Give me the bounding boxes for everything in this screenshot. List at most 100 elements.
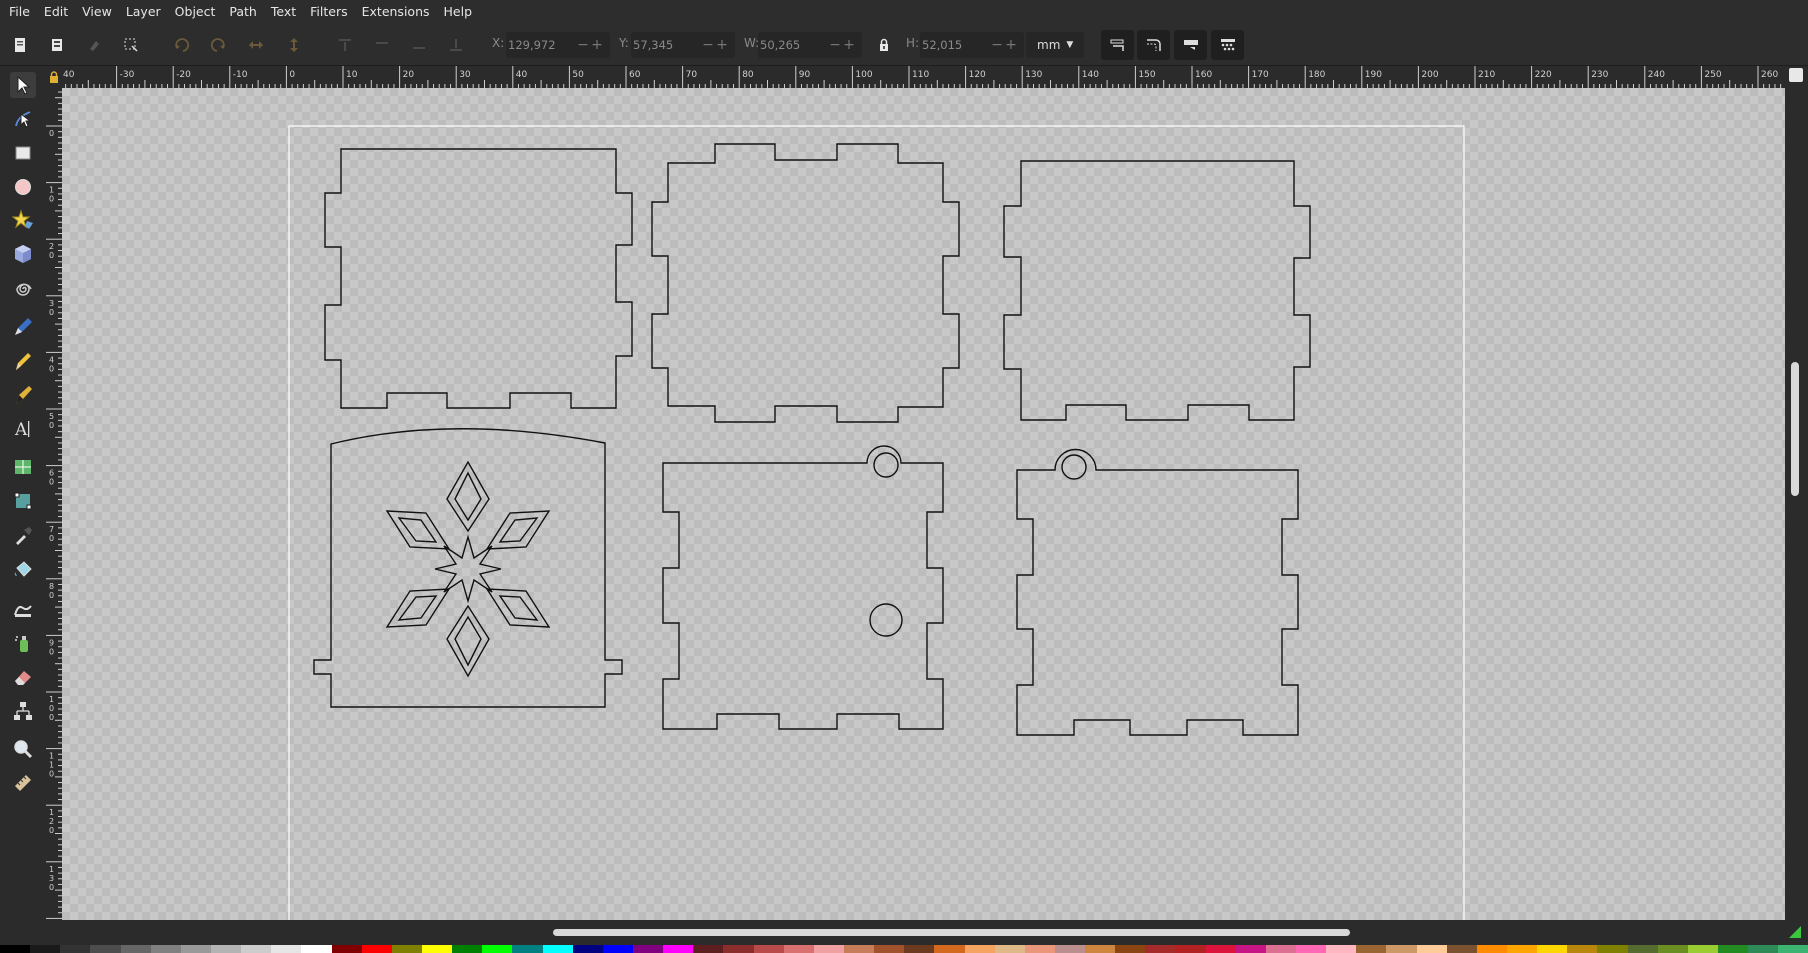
select-all-layers-button[interactable] — [45, 33, 69, 57]
move-gradients-button[interactable] — [1174, 30, 1207, 60]
raise-button[interactable] — [370, 33, 394, 57]
star-tool[interactable] — [10, 207, 36, 233]
color-swatch[interactable] — [1265, 945, 1297, 953]
color-swatch[interactable] — [1115, 945, 1146, 953]
color-swatch[interactable] — [1235, 945, 1266, 953]
w-input[interactable] — [758, 32, 828, 58]
menu-layer[interactable]: Layer — [119, 0, 168, 24]
color-swatch[interactable] — [1507, 945, 1538, 953]
3d-box-tool[interactable] — [10, 241, 36, 267]
w-increment[interactable]: + — [842, 32, 856, 58]
color-swatch[interactable] — [301, 945, 332, 953]
drawing-canvas[interactable] — [62, 88, 1785, 920]
y-increment[interactable]: + — [715, 32, 729, 58]
color-swatch[interactable] — [874, 945, 905, 953]
box-panel-side-b[interactable] — [662, 445, 944, 730]
tweak-tool[interactable] — [10, 596, 36, 622]
zoom-corner-button[interactable] — [1789, 68, 1803, 82]
color-swatch[interactable] — [1296, 945, 1327, 953]
rectangle-tool[interactable] — [10, 140, 36, 166]
eraser-tool[interactable] — [10, 664, 36, 690]
color-swatch[interactable] — [361, 945, 392, 953]
connector-tool[interactable] — [10, 698, 36, 724]
color-swatch[interactable] — [1718, 945, 1749, 953]
box-panel-side-c[interactable] — [1016, 448, 1299, 736]
color-swatch[interactable] — [1537, 945, 1568, 953]
menu-filters[interactable]: Filters — [303, 0, 354, 24]
color-swatch[interactable] — [120, 945, 151, 953]
y-input[interactable] — [631, 32, 701, 58]
h-input[interactable] — [920, 32, 990, 58]
color-swatch[interactable] — [1476, 945, 1508, 953]
paint-bucket-tool[interactable] — [10, 556, 36, 582]
color-swatch[interactable] — [0, 945, 31, 953]
color-swatch[interactable] — [60, 945, 91, 953]
box-panel-side-a[interactable] — [1003, 160, 1311, 421]
rotate-ccw-button[interactable] — [170, 33, 194, 57]
color-swatch[interactable] — [693, 945, 724, 953]
y-decrement[interactable]: − — [701, 32, 715, 58]
lower-button[interactable] — [407, 33, 431, 57]
color-swatch[interactable] — [994, 945, 1025, 953]
menu-file[interactable]: File — [2, 0, 37, 24]
color-swatch[interactable] — [813, 945, 844, 953]
color-swatch[interactable] — [241, 945, 272, 953]
flip-horizontal-button[interactable] — [244, 33, 268, 57]
menu-object[interactable]: Object — [168, 0, 223, 24]
menu-text[interactable]: Text — [264, 0, 303, 24]
deselect-button[interactable] — [82, 33, 106, 57]
gradient-tool[interactable] — [10, 488, 36, 514]
mesh-tool[interactable] — [10, 454, 36, 480]
box-panel-back[interactable] — [324, 148, 633, 409]
color-swatch[interactable] — [723, 945, 754, 953]
spiral-tool[interactable] — [10, 276, 36, 302]
color-swatch[interactable] — [180, 945, 211, 953]
unit-select[interactable]: mm ▼ — [1026, 32, 1084, 58]
zoom-tool[interactable] — [10, 736, 36, 762]
color-swatch[interactable] — [421, 945, 453, 953]
color-swatch[interactable] — [1054, 945, 1086, 953]
knob-hole[interactable] — [869, 603, 903, 637]
color-swatch[interactable] — [1657, 945, 1688, 953]
scale-corners-button[interactable] — [1137, 30, 1170, 60]
node-tool[interactable] — [10, 106, 36, 132]
color-swatch[interactable] — [1597, 945, 1628, 953]
color-swatch[interactable] — [150, 945, 181, 953]
color-swatch[interactable] — [753, 945, 784, 953]
ruler-corner-lock[interactable] — [46, 66, 62, 88]
color-swatch[interactable] — [1778, 945, 1808, 953]
flip-vertical-button[interactable] — [282, 33, 306, 57]
color-swatch[interactable] — [512, 945, 543, 953]
color-swatch[interactable] — [632, 945, 664, 953]
select-all-button[interactable] — [8, 33, 32, 57]
menu-view[interactable]: View — [75, 0, 119, 24]
color-swatch[interactable] — [1175, 945, 1206, 953]
color-swatch[interactable] — [1748, 945, 1779, 953]
color-swatch[interactable] — [1326, 945, 1357, 953]
selector-tool[interactable] — [10, 72, 36, 98]
x-input[interactable] — [506, 32, 576, 58]
color-swatch[interactable] — [602, 945, 633, 953]
color-swatch[interactable] — [391, 945, 422, 953]
spray-tool[interactable] — [10, 630, 36, 656]
pencil-tool[interactable] — [10, 348, 36, 374]
hanging-hole[interactable] — [873, 452, 899, 478]
lock-ratio-button[interactable] — [872, 33, 896, 57]
color-swatch[interactable] — [964, 945, 995, 953]
horizontal-scrollbar[interactable] — [62, 920, 1801, 945]
dropper-tool[interactable] — [10, 522, 36, 548]
x-increment[interactable]: + — [590, 32, 604, 58]
move-patterns-button[interactable] — [1211, 30, 1244, 60]
color-swatch[interactable] — [1386, 945, 1417, 953]
menu-path[interactable]: Path — [222, 0, 263, 24]
select-same-button[interactable] — [119, 33, 143, 57]
color-swatch[interactable] — [452, 945, 483, 953]
color-swatch[interactable] — [934, 945, 965, 953]
scale-stroke-button[interactable] — [1101, 30, 1134, 60]
measure-tool[interactable] — [10, 770, 36, 796]
color-swatch[interactable] — [271, 945, 302, 953]
horizontal-scrollbar-thumb[interactable] — [553, 929, 1350, 936]
menu-extensions[interactable]: Extensions — [355, 0, 437, 24]
vertical-scrollbar-thumb[interactable] — [1791, 362, 1799, 496]
h-decrement[interactable]: − — [990, 32, 1004, 58]
